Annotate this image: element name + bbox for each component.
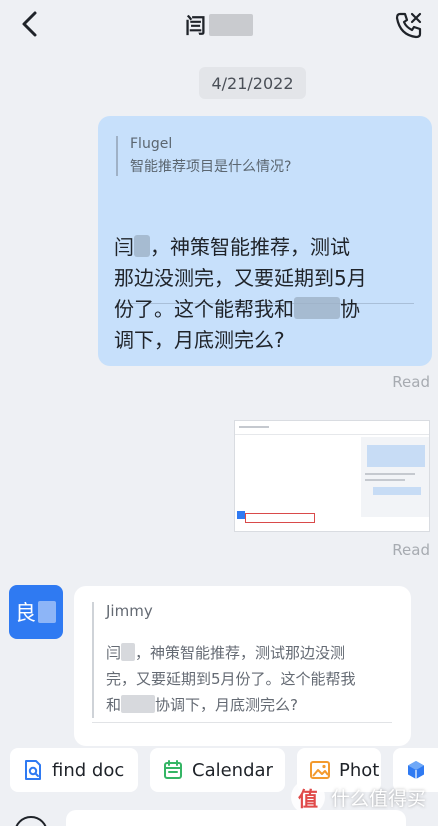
back-button[interactable] bbox=[14, 8, 44, 40]
quote-text: 智能推荐项目是什么情况? bbox=[130, 159, 292, 175]
quote-text: 闫 ，神策智能推荐，测试那边没测 完，又要延期到5月份了。这个能帮我 和 协调下，月… bbox=[106, 640, 392, 718]
app-cube-icon bbox=[405, 759, 427, 781]
chip-label: Calendar bbox=[192, 759, 273, 781]
avatar-initial: 良 bbox=[15, 601, 36, 625]
date-separator: 4/21/2022 bbox=[199, 67, 306, 99]
quote-author: Jimmy bbox=[106, 602, 153, 620]
quote-line-1-suffix: ，神策智能推荐，测试那边没测 bbox=[135, 644, 346, 662]
read-receipt: Read bbox=[392, 541, 430, 559]
thumb-bubble bbox=[367, 445, 425, 467]
thumb-text bbox=[365, 473, 415, 475]
voice-button[interactable] bbox=[14, 816, 48, 826]
quoted-reply[interactable]: Jimmy 闫 ，神策智能推荐，测试那边没测 完，又要延期到5月份了。这个能帮我 … bbox=[92, 602, 392, 718]
message-line-3-suffix: 协 bbox=[340, 297, 360, 321]
message-line-1-prefix: 闫 bbox=[114, 235, 134, 259]
doc-search-icon bbox=[22, 759, 44, 781]
call-button[interactable] bbox=[392, 8, 426, 42]
watermark-text: 什么值得买 bbox=[330, 787, 426, 810]
thumb-text bbox=[365, 479, 405, 481]
thumb-highlight bbox=[245, 513, 315, 523]
phone-call-icon bbox=[395, 12, 422, 39]
photo-icon bbox=[309, 759, 331, 781]
message-line-4: 调下，月底测完么? bbox=[114, 328, 285, 352]
redacted-text bbox=[121, 643, 136, 661]
quote-author: Flugel bbox=[130, 136, 173, 152]
redacted-name bbox=[209, 14, 253, 36]
quote-divider bbox=[92, 722, 392, 723]
thumb-text bbox=[239, 426, 269, 428]
redacted-text bbox=[134, 235, 150, 257]
message-line-1-suffix: ，神策智能推荐，测试 bbox=[150, 235, 350, 259]
chat-title-text: 闫 bbox=[185, 14, 207, 38]
quote-line-2: 完，又要延期到5月份了。这个能帮我 bbox=[106, 670, 356, 688]
redacted-avatar-text bbox=[38, 601, 56, 623]
incoming-message-bubble[interactable]: Jimmy 闫 ，神策智能推荐，测试那边没测 完，又要延期到5月份了。这个能帮我 … bbox=[74, 586, 411, 746]
avatar[interactable]: 良 bbox=[9, 585, 63, 639]
chat-title: 闫 bbox=[185, 10, 253, 40]
thumb-bubble bbox=[373, 487, 421, 495]
message-text: 闫 ，神策智能推荐，测试 那边没测完，又要延期到5月 份了。这个能帮我和 协 调下，… bbox=[114, 232, 422, 356]
redacted-text bbox=[294, 297, 340, 319]
message-line-3-prefix: 份了。这个能帮我和 bbox=[114, 297, 294, 321]
calendar-chip[interactable]: Calendar bbox=[150, 748, 285, 792]
redacted-text bbox=[121, 695, 156, 713]
outgoing-message-bubble[interactable]: Flugel 智能推荐项目是什么情况? 闫 ，神策智能推荐，测试 那边没测完，又要… bbox=[98, 116, 432, 366]
thumb-avatar bbox=[237, 511, 245, 519]
find-doc-chip[interactable]: find doc bbox=[10, 748, 138, 792]
chevron-left-icon bbox=[22, 11, 37, 37]
message-line-2: 那边没测完，又要延期到5月 bbox=[114, 266, 367, 290]
quoted-reply[interactable]: Flugel 智能推荐项目是什么情况? bbox=[116, 136, 414, 176]
chip-label: find doc bbox=[52, 759, 125, 781]
thumb-titlebar bbox=[235, 421, 429, 435]
chip-label: Phot bbox=[339, 759, 380, 781]
quote-line-3-suffix: 协调下，月底测完么? bbox=[155, 696, 298, 714]
quote-line-3-prefix: 和 bbox=[106, 696, 122, 714]
calendar-icon bbox=[162, 759, 184, 781]
watermark-logo: 值 bbox=[290, 780, 325, 814]
watermark: 值 什么值得买 bbox=[290, 780, 426, 814]
read-receipt: Read bbox=[392, 373, 430, 391]
quote-line-1-prefix: 闫 bbox=[106, 644, 122, 662]
chat-header: 闫 bbox=[0, 0, 438, 50]
image-attachment[interactable] bbox=[234, 420, 430, 532]
